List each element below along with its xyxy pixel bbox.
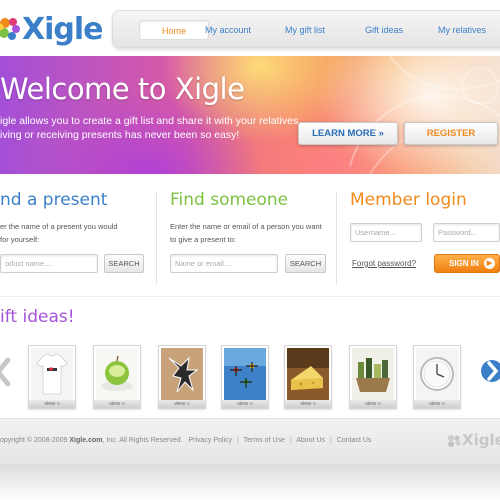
- view-link[interactable]: view »: [222, 400, 268, 408]
- carousel-prev-icon[interactable]: [0, 357, 12, 387]
- password-input[interactable]: Password...: [433, 223, 500, 242]
- username-input[interactable]: Username...: [350, 223, 422, 242]
- gift-item-apple[interactable]: view »: [93, 345, 141, 409]
- search-present-button[interactable]: SEARCH: [104, 254, 144, 273]
- hero-description: igle allows you to create a gift list an…: [0, 114, 302, 142]
- view-link[interactable]: view »: [285, 400, 331, 408]
- footer-link-terms[interactable]: Terms of Use: [244, 437, 285, 444]
- page-bottom-shadow: [0, 464, 500, 500]
- carousel-next-icon[interactable]: [480, 355, 500, 387]
- member-login-section: Member login Username... Password... For…: [350, 180, 500, 292]
- search-person-button[interactable]: SEARCH: [285, 254, 326, 273]
- nav-my-gift-list[interactable]: My gift list: [273, 20, 337, 40]
- main-nav: Home My account My gift list Gift ideas …: [112, 10, 500, 48]
- find-present-description: er the name of a present you would for y…: [0, 220, 118, 246]
- gift-item-skydivers[interactable]: view »: [221, 345, 269, 409]
- hero-line-2: iving or receiving presents has never be…: [0, 129, 240, 141]
- member-login-title: Member login: [350, 190, 467, 210]
- sign-in-label: SIGN IN: [449, 259, 479, 268]
- flower-logo-icon: [0, 18, 20, 40]
- column-divider: [156, 192, 157, 284]
- gift-ideas-section: ift ideas! view » view » view » view » v…: [0, 296, 500, 414]
- find-someone-section: Find someone Enter the name or email of …: [170, 180, 330, 292]
- xigle-logo[interactable]: Xigle: [0, 12, 106, 48]
- gift-basket-photo: [352, 348, 394, 400]
- tshirt-photo: [31, 348, 73, 400]
- gift-item-tshirt[interactable]: view »: [28, 345, 76, 409]
- hero-title: Welcome to Xigle: [0, 72, 245, 106]
- find-someone-title: Find someone: [170, 190, 289, 210]
- nav-my-relatives[interactable]: My relatives: [429, 20, 495, 40]
- view-link[interactable]: view »: [29, 400, 75, 408]
- swirl-decoration: [349, 56, 500, 174]
- product-name-input[interactable]: oduct name....: [0, 254, 98, 273]
- arrow-right-icon: ▶: [484, 258, 495, 269]
- gift-item-gift-basket[interactable]: view »: [349, 345, 397, 409]
- header: Xigle Home My account My gift list Gift …: [0, 0, 500, 56]
- gift-ideas-title: ift ideas!: [0, 307, 75, 327]
- gift-item-cheese[interactable]: view »: [284, 345, 332, 409]
- find-someone-desc-line-2: to give a present to:: [170, 235, 236, 244]
- find-someone-desc-line-1: Enter the name or email of a person you …: [170, 222, 322, 231]
- apple-photo: [96, 348, 138, 400]
- view-link[interactable]: view »: [414, 400, 460, 408]
- footer-link-contact[interactable]: Contact Us: [337, 437, 372, 444]
- flower-logo-icon: [447, 434, 461, 447]
- footer: opyright © 2008-2009 Xigle.com, Inc. All…: [0, 418, 500, 464]
- forgot-password-link[interactable]: Forgot password?: [352, 259, 416, 268]
- find-present-desc-line-2: for yourself:: [0, 235, 40, 244]
- register-button[interactable]: REGISTER: [404, 122, 498, 145]
- view-link[interactable]: view »: [350, 400, 396, 408]
- copyright-suffix: , Inc. All Rights Reserved.: [102, 437, 183, 444]
- logo-text: Xigle: [22, 12, 104, 47]
- find-present-title: nd a present: [0, 190, 108, 210]
- footer-logo-text: Xigle: [462, 431, 500, 449]
- nav-my-account[interactable]: My account: [195, 20, 261, 40]
- footer-separator: |: [289, 437, 292, 444]
- footer-separator: |: [237, 437, 239, 444]
- wall-clock-photo: [416, 348, 458, 400]
- name-or-email-input[interactable]: Name or email....: [170, 254, 278, 273]
- hero-banner: Welcome to Xigle igle allows you to crea…: [0, 56, 500, 174]
- find-present-section: nd a present er the name of a present yo…: [0, 180, 150, 292]
- sign-in-button[interactable]: SIGN IN ▶: [434, 254, 500, 273]
- footer-logo[interactable]: Xigle: [446, 431, 500, 451]
- column-divider: [336, 192, 337, 284]
- footer-separator: |: [329, 437, 332, 444]
- footer-copyright: opyright © 2008-2009 Xigle.com, Inc. All…: [0, 437, 371, 444]
- find-present-desc-line-1: er the name of a present you would: [0, 222, 118, 231]
- gift-item-wall-clock[interactable]: view »: [413, 345, 461, 409]
- find-someone-description: Enter the name or email of a person you …: [170, 220, 322, 246]
- cheese-photo: [287, 348, 329, 400]
- skydivers-photo: [224, 348, 266, 400]
- chalk-outline-photo: [161, 348, 203, 400]
- view-link[interactable]: view »: [94, 400, 140, 408]
- view-link[interactable]: view »: [159, 400, 205, 408]
- hero-line-1: igle allows you to create a gift list an…: [0, 115, 302, 127]
- gift-item-chalk-outline[interactable]: view »: [158, 345, 206, 409]
- nav-gift-ideas[interactable]: Gift ideas: [353, 20, 415, 40]
- footer-link-privacy[interactable]: Privacy Policy: [188, 437, 232, 444]
- footer-link-about[interactable]: About Us: [296, 437, 325, 444]
- copyright-prefix: opyright © 2008-2009: [0, 437, 68, 444]
- learn-more-button[interactable]: LEARN MORE »: [298, 122, 398, 145]
- company-name: Xigle.com: [69, 437, 103, 444]
